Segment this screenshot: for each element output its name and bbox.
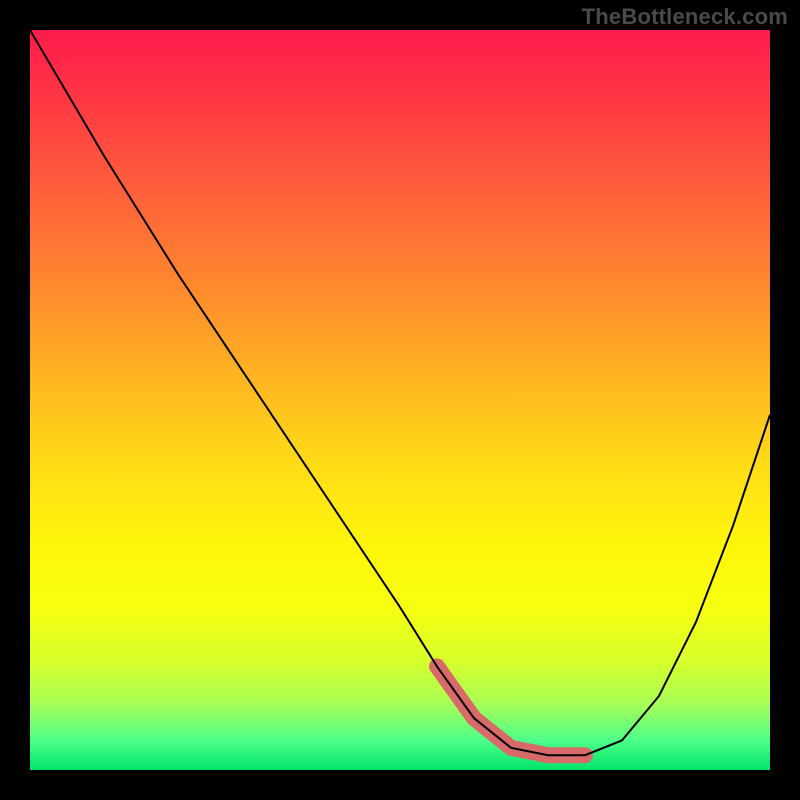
curve-accent	[437, 666, 585, 755]
plot-area	[30, 30, 770, 770]
watermark-text: TheBottleneck.com	[582, 4, 788, 30]
curve-svg	[30, 30, 770, 770]
curve-line	[30, 30, 770, 755]
chart-frame: TheBottleneck.com	[0, 0, 800, 800]
